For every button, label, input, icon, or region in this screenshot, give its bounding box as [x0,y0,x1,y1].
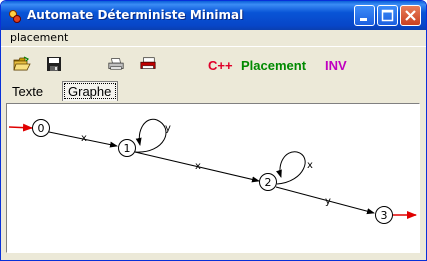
edge-2-2 [276,151,306,185]
state-label-2: 2 [265,176,272,189]
state-2[interactable]: 2 [259,173,277,191]
minimize-icon [360,18,367,21]
cpp-button[interactable]: C++ [208,58,233,73]
placement-button[interactable]: Placement [241,58,306,73]
state-3[interactable]: 3 [375,206,393,224]
print-icon[interactable] [107,56,125,72]
print-setup-icon[interactable] [139,56,157,72]
inv-button[interactable]: INV [325,58,347,73]
maximize-icon [381,9,394,22]
app-icon [9,10,21,23]
edge-label-2-2: x [307,160,313,171]
state-1[interactable]: 1 [118,139,136,157]
state-0[interactable]: 0 [32,119,50,137]
save-icon[interactable] [45,56,63,72]
state-label-0: 0 [38,122,45,135]
tab-strip: Texte Graphe [1,79,426,103]
automaton-graph: x y x x y 0 1 2 3 [8,118,417,224]
menu-placement[interactable]: placement [10,31,68,44]
menu-bar: placement [1,30,426,46]
open-folder-icon[interactable] [13,56,31,72]
window-title: Automate Déterministe Minimal [27,8,244,22]
edge-label-1-2: x [195,161,201,172]
toolbar: C++ Placement INV [1,46,426,80]
maximize-button[interactable] [377,5,398,26]
tab-graphe[interactable]: Graphe [62,81,118,101]
app-window: Automate Déterministe Minimal placement [0,0,427,261]
close-icon [405,10,416,21]
minimize-button[interactable] [354,5,375,26]
edge-label-2-3: y [325,196,331,207]
tab-texte[interactable]: Texte [12,84,43,99]
initial-arrow [8,123,33,132]
edge-label-1-1: y [165,123,171,134]
state-label-3: 3 [381,209,388,222]
title-bar[interactable]: Automate Déterministe Minimal [1,1,426,30]
edge-1-1 [134,118,167,153]
state-label-1: 1 [124,142,131,155]
edge-label-0-1: x [81,133,87,144]
graph-canvas[interactable]: x y x x y 0 1 2 3 [6,103,420,253]
close-button[interactable] [400,5,421,26]
